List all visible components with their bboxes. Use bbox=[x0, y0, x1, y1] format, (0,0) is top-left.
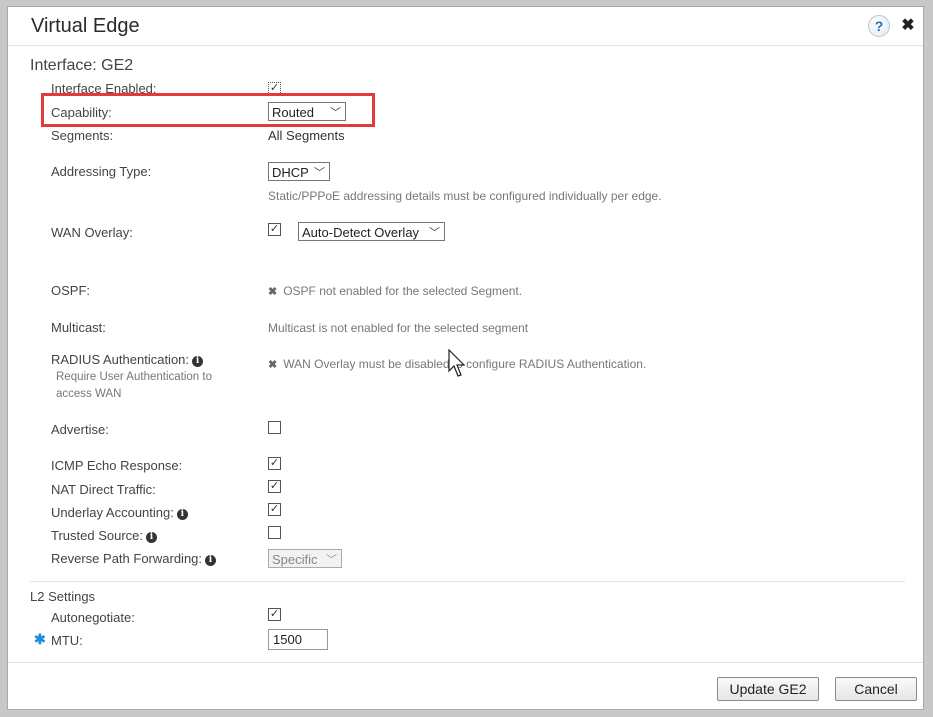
info-icon[interactable]: i bbox=[176, 509, 188, 520]
dialog-titlebar: Virtual Edge ? ✖ bbox=[8, 7, 923, 46]
radius-sublabel-line2: access WAN bbox=[56, 388, 122, 400]
wan-overlay-label: WAN Overlay: bbox=[51, 225, 133, 240]
required-icon: ✱ bbox=[34, 631, 46, 647]
virtual-edge-dialog: Virtual Edge ? ✖ Interface: GE2 Interfac… bbox=[7, 6, 924, 710]
chevron-down-icon: ﹀ bbox=[326, 554, 337, 566]
close-icon[interactable]: ✖ bbox=[900, 17, 916, 35]
dialog-title: Virtual Edge bbox=[31, 15, 140, 37]
radius-label-text: RADIUS Authentication: bbox=[51, 352, 190, 367]
trusted-source-label: Trusted Source: i bbox=[51, 528, 158, 543]
rpf-select-value: Specific bbox=[272, 552, 318, 567]
trusted-source-checkbox[interactable] bbox=[268, 526, 281, 539]
chevron-down-icon: ﹀ bbox=[314, 167, 325, 179]
advertise-checkbox[interactable] bbox=[268, 421, 281, 434]
wan-overlay-checkbox[interactable]: ✓ bbox=[268, 223, 281, 236]
autonegotiate-checkbox[interactable]: ✓ bbox=[268, 608, 281, 621]
rpf-label-text: Reverse Path Forwarding: bbox=[51, 551, 203, 566]
ospf-message-text: OSPF not enabled for the selected Segmen… bbox=[283, 284, 523, 298]
rpf-select: Specific ﹀ bbox=[268, 549, 342, 568]
advertise-label: Advertise: bbox=[51, 422, 109, 437]
mtu-label: MTU: bbox=[51, 633, 83, 648]
info-icon[interactable]: i bbox=[192, 356, 204, 367]
icmp-echo-checkbox[interactable]: ✓ bbox=[268, 457, 281, 470]
x-icon: ✖ bbox=[268, 286, 278, 298]
cancel-button[interactable]: Cancel bbox=[835, 677, 917, 701]
wan-overlay-select[interactable]: Auto-Detect Overlay ﹀ bbox=[298, 222, 445, 241]
help-icon[interactable]: ? bbox=[868, 15, 890, 37]
segments-value: All Segments bbox=[268, 128, 345, 143]
footer-divider bbox=[8, 662, 923, 663]
radius-label: RADIUS Authentication: i bbox=[51, 352, 204, 367]
rpf-label: Reverse Path Forwarding: i bbox=[51, 551, 217, 566]
section-divider bbox=[30, 581, 905, 582]
mouse-cursor-icon bbox=[448, 349, 466, 377]
x-icon: ✖ bbox=[268, 359, 278, 371]
multicast-label: Multicast: bbox=[51, 320, 106, 335]
l2-settings-heading: L2 Settings bbox=[30, 589, 96, 604]
update-button[interactable]: Update GE2 bbox=[717, 677, 819, 701]
addressing-type-value: DHCP bbox=[272, 165, 309, 180]
addressing-type-note: Static/PPPoE addressing details must be … bbox=[268, 189, 662, 203]
radius-sublabel-line1: Require User Authentication to bbox=[56, 371, 212, 383]
underlay-accounting-checkbox[interactable]: ✓ bbox=[268, 503, 281, 516]
ospf-label: OSPF: bbox=[51, 283, 91, 298]
capability-highlight-box bbox=[41, 93, 375, 127]
ospf-message: ✖ OSPF not enabled for the selected Segme… bbox=[268, 284, 522, 298]
autonegotiate-label: Autonegotiate: bbox=[51, 610, 135, 625]
multicast-message: Multicast is not enabled for the selecte… bbox=[268, 321, 529, 335]
info-icon[interactable]: i bbox=[146, 532, 158, 543]
radius-sublabel: Require User Authentication to access WA… bbox=[56, 369, 212, 403]
wan-overlay-select-value: Auto-Detect Overlay bbox=[302, 225, 420, 240]
trusted-source-label-text: Trusted Source: bbox=[51, 528, 144, 543]
segments-label: Segments: bbox=[51, 128, 114, 143]
chevron-down-icon: ﹀ bbox=[429, 227, 440, 239]
mtu-input[interactable]: 1500 bbox=[268, 629, 328, 650]
info-icon[interactable]: i bbox=[205, 555, 217, 566]
addressing-type-select[interactable]: DHCP ﹀ bbox=[268, 162, 330, 181]
underlay-accounting-label: Underlay Accounting: i bbox=[51, 505, 188, 520]
nat-direct-checkbox[interactable]: ✓ bbox=[268, 480, 281, 493]
interface-heading: Interface: GE2 bbox=[30, 57, 134, 74]
underlay-accounting-label-text: Underlay Accounting: bbox=[51, 505, 174, 520]
addressing-type-label: Addressing Type: bbox=[51, 164, 152, 179]
nat-direct-label: NAT Direct Traffic: bbox=[51, 482, 156, 497]
icmp-echo-label: ICMP Echo Response: bbox=[51, 458, 183, 473]
